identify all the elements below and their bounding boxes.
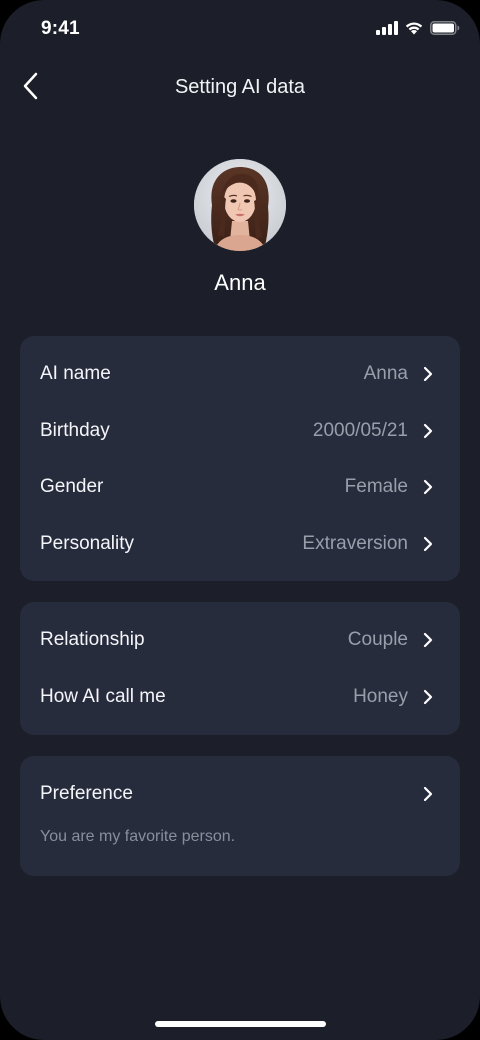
nav-bar: Setting AI data	[0, 60, 480, 116]
chevron-right-icon	[422, 786, 434, 802]
row-label: Preference	[40, 783, 133, 804]
chevron-right-icon	[422, 366, 434, 382]
cellular-signal-icon	[376, 20, 398, 40]
row-label: Personality	[40, 533, 134, 554]
profile-name: Anna	[214, 270, 266, 295]
preference-row[interactable]: Preference	[20, 772, 460, 816]
gender-row[interactable]: Gender Female	[20, 465, 460, 509]
chevron-right-icon	[422, 632, 434, 648]
personality-row[interactable]: Personality Extraversion	[20, 522, 460, 566]
chevron-right-icon	[422, 423, 434, 439]
row-value: Honey	[353, 686, 408, 707]
preference-card[interactable]: Preference You are my favorite person.	[20, 756, 460, 876]
battery-icon	[430, 20, 460, 40]
chevron-right-icon	[422, 536, 434, 552]
row-label: Birthday	[40, 420, 110, 441]
status-icons	[376, 20, 460, 40]
ai-info-card: AI name Anna Birthday 2000/05/21 Gender …	[20, 336, 460, 581]
row-value: 2000/05/21	[312, 420, 408, 441]
row-label: Gender	[40, 476, 104, 497]
ai-name-row[interactable]: AI name Anna	[20, 352, 460, 396]
relationship-row[interactable]: Relationship Couple	[20, 618, 460, 662]
birthday-row[interactable]: Birthday 2000/05/21	[20, 409, 460, 453]
status-bar: 9:41	[0, 0, 480, 60]
home-indicator[interactable]	[155, 1021, 326, 1027]
app-screen: 9:41 Setting AI data Anna AI name Anna B…	[0, 0, 480, 1040]
row-value: Couple	[347, 629, 408, 650]
status-time: 9:41	[41, 18, 80, 39]
how-ai-call-me-row[interactable]: How AI call me Honey	[20, 675, 460, 719]
chevron-right-icon	[422, 689, 434, 705]
row-label: AI name	[40, 363, 111, 384]
relationship-card: Relationship Couple How AI call me Honey	[20, 602, 460, 735]
wifi-icon	[404, 20, 424, 40]
row-value: Anna	[363, 363, 408, 384]
row-value: Female	[344, 476, 408, 497]
preference-description: You are my favorite person.	[40, 828, 236, 845]
page-title: Setting AI data	[174, 76, 306, 98]
row-value: Extraversion	[302, 533, 408, 554]
avatar-portrait	[194, 159, 286, 251]
chevron-right-icon	[422, 479, 434, 495]
row-label: Relationship	[40, 629, 145, 650]
avatar[interactable]	[194, 159, 286, 251]
row-label: How AI call me	[40, 686, 166, 707]
